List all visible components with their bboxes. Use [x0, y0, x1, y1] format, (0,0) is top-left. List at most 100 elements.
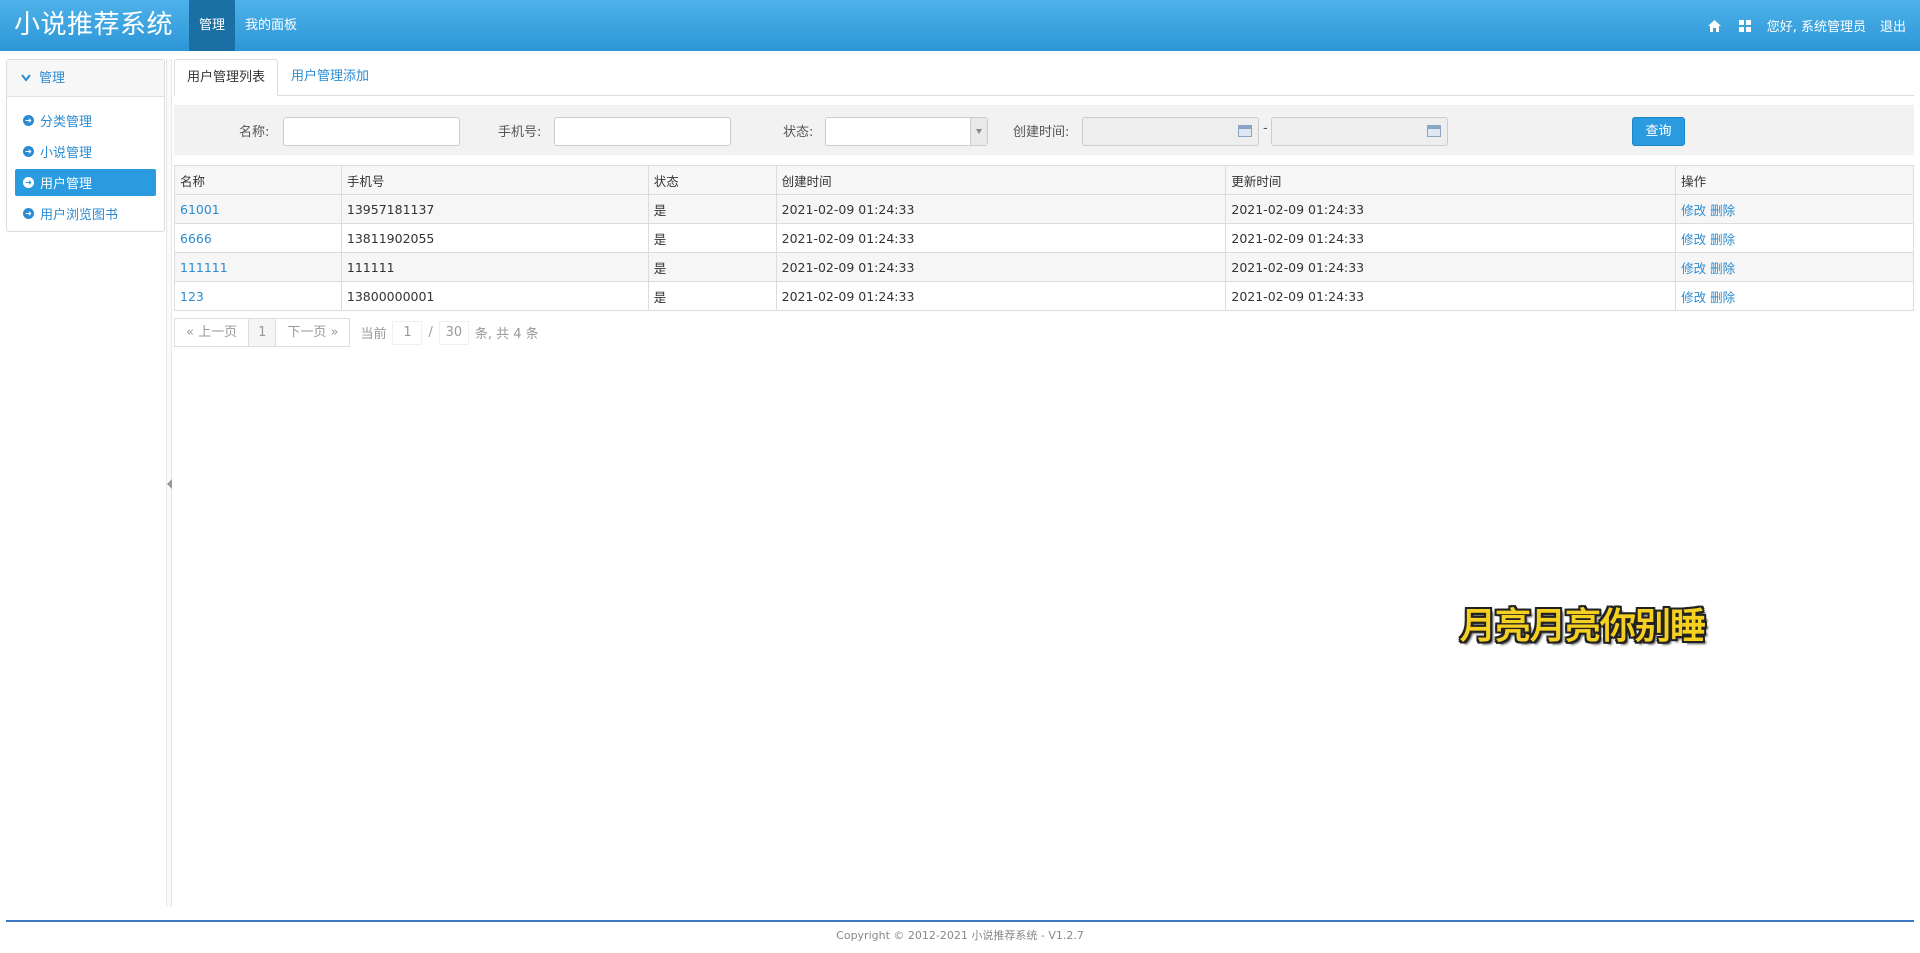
table-row: 61001 13957181137 是 2021-02-09 01:24:33 … [174, 194, 1914, 224]
column-header: 操作 [1675, 165, 1914, 195]
actions-cell: 修改 删除 [1675, 252, 1914, 282]
current-page-input[interactable]: 1 [392, 320, 423, 345]
edit-link[interactable]: 修改 [1681, 290, 1706, 305]
actions-cell: 修改 删除 [1675, 194, 1914, 224]
name-label: 名称: [239, 125, 270, 140]
sidebar-item-label: 分类管理 [40, 115, 93, 130]
delete-link[interactable]: 删除 [1710, 261, 1735, 276]
dropdown-arrow-icon[interactable] [970, 118, 987, 145]
phone-cell: 111111 [340, 252, 649, 282]
calendar-icon[interactable] [1238, 125, 1252, 137]
sidebar-item-label: 小说管理 [40, 146, 93, 161]
user-name-link[interactable]: 111111 [174, 252, 342, 282]
phone-label: 手机号: [498, 125, 542, 140]
created-to-input[interactable] [1271, 117, 1448, 146]
actions-cell: 修改 删除 [1675, 223, 1914, 253]
page-slash: / [428, 325, 433, 340]
footer-copyright: Copyright © 2012-2021 小说推荐系统 - V1.2.7 [836, 929, 1084, 942]
page-info: 当前 1 / 30 条, 共 4 条 [360, 318, 539, 347]
user-greeting[interactable]: 您好, 系统管理员 [1767, 16, 1866, 35]
topnav-dashboard[interactable]: 我的面板 [235, 0, 307, 51]
phone-cell: 13800000001 [340, 281, 649, 311]
sidebar-item-label: 用户浏览图书 [40, 208, 119, 223]
delete-link[interactable]: 删除 [1710, 203, 1735, 218]
actions-cell: 修改 删除 [1675, 281, 1914, 311]
arrow-circle-icon: ➜ [23, 208, 34, 219]
sidebar: 管理 ➜ 分类管理 ➜ 小说管理 ➜ 用户管理 ➜ 用户浏览图书 [6, 59, 165, 232]
arrow-circle-icon: ➜ [23, 177, 34, 188]
phone-input[interactable] [554, 117, 731, 146]
created-cell: 2021-02-09 01:24:33 [775, 252, 1227, 282]
top-nav: 管理 我的面板 [189, 0, 307, 51]
grid-icon[interactable] [1737, 18, 1753, 34]
top-right-area: 您好, 系统管理员 退出 [1707, 0, 1906, 51]
sidebar-item-users[interactable]: ➜ 用户管理 [15, 169, 156, 196]
calendar-icon[interactable] [1427, 125, 1441, 137]
column-header[interactable]: 名称 [174, 165, 342, 195]
user-name-link[interactable]: 61001 [174, 194, 342, 224]
collapse-arrow-icon[interactable] [167, 479, 172, 489]
sidebar-item-user-browse[interactable]: ➜ 用户浏览图书 [15, 200, 156, 227]
edit-link[interactable]: 修改 [1681, 261, 1706, 276]
tab-user-add[interactable]: 用户管理添加 [279, 59, 381, 96]
search-form: 名称: 手机号: 状态: 创建时间: - 查询 [174, 105, 1914, 155]
current-label: 当前 [360, 327, 387, 342]
arrow-circle-icon: ➜ [23, 115, 34, 126]
sidebar-item-novel[interactable]: ➜ 小说管理 [15, 138, 156, 165]
prev-page-button[interactable]: « 上一页 [174, 318, 250, 347]
top-header: 小说推荐系统 管理 我的面板 您好, 系统管理员 退出 [0, 0, 1920, 51]
page-number-button[interactable]: 1 [248, 318, 277, 347]
tab-bar: 用户管理列表 用户管理添加 [174, 59, 1914, 96]
delete-link[interactable]: 删除 [1710, 290, 1735, 305]
status-label: 状态: [783, 125, 814, 140]
phone-cell: 13957181137 [340, 194, 649, 224]
sidebar-item-label: 用户管理 [40, 177, 93, 192]
updated-cell: 2021-02-09 01:24:33 [1225, 223, 1677, 253]
home-icon[interactable] [1707, 18, 1723, 34]
sidebar-splitter[interactable] [166, 59, 172, 907]
delete-link[interactable]: 删除 [1710, 232, 1735, 247]
edit-link[interactable]: 修改 [1681, 232, 1706, 247]
table-header-row: 名称 手机号 状态 创建时间 更新时间 操作 [174, 165, 1914, 195]
table-row: 123 13800000001 是 2021-02-09 01:24:33 20… [174, 281, 1914, 311]
pagination: « 上一页 1 下一页 » 当前 1 / 30 条, 共 4 条 [174, 318, 539, 347]
edit-link[interactable]: 修改 [1681, 203, 1706, 218]
created-time-label: 创建时间: [1013, 125, 1070, 140]
column-header[interactable]: 状态 [647, 165, 777, 195]
logout-link[interactable]: 退出 [1880, 16, 1906, 35]
arrow-circle-icon: ➜ [23, 146, 34, 157]
column-header[interactable]: 创建时间 [775, 165, 1227, 195]
tab-user-list[interactable]: 用户管理列表 [174, 59, 279, 96]
watermark-text: 月亮月亮你别睡 [1460, 606, 1706, 647]
app-title: 小说推荐系统 [14, 10, 174, 40]
query-button[interactable]: 查询 [1632, 117, 1685, 146]
phone-cell: 13811902055 [340, 223, 649, 253]
table-row: 111111 111111 是 2021-02-09 01:24:33 2021… [174, 252, 1914, 282]
table-row: 6666 13811902055 是 2021-02-09 01:24:33 2… [174, 223, 1914, 253]
user-name-link[interactable]: 123 [174, 281, 342, 311]
created-cell: 2021-02-09 01:24:33 [775, 281, 1227, 311]
status-cell: 是 [647, 252, 777, 282]
name-input[interactable] [283, 117, 460, 146]
chevron-down-icon [21, 60, 31, 97]
column-header[interactable]: 手机号 [340, 165, 649, 195]
status-cell: 是 [647, 223, 777, 253]
created-cell: 2021-02-09 01:24:33 [775, 194, 1227, 224]
footer-divider [6, 920, 1914, 922]
updated-cell: 2021-02-09 01:24:33 [1225, 252, 1677, 282]
sidebar-header[interactable]: 管理 [7, 60, 164, 97]
user-table: 名称 手机号 状态 创建时间 更新时间 操作 61001 13957181137… [174, 165, 1914, 311]
sidebar-item-category[interactable]: ➜ 分类管理 [15, 107, 156, 134]
status-cell: 是 [647, 194, 777, 224]
user-name-link[interactable]: 6666 [174, 223, 342, 253]
created-from-input[interactable] [1082, 117, 1259, 146]
next-page-button[interactable]: 下一页 » [275, 318, 351, 347]
updated-cell: 2021-02-09 01:24:33 [1225, 194, 1677, 224]
topnav-manage[interactable]: 管理 [189, 0, 236, 51]
record-summary: 条, 共 4 条 [474, 327, 539, 342]
column-header[interactable]: 更新时间 [1225, 165, 1677, 195]
updated-cell: 2021-02-09 01:24:33 [1225, 281, 1677, 311]
status-cell: 是 [647, 281, 777, 311]
page-size-input[interactable]: 30 [438, 320, 469, 345]
status-select[interactable] [825, 117, 988, 146]
